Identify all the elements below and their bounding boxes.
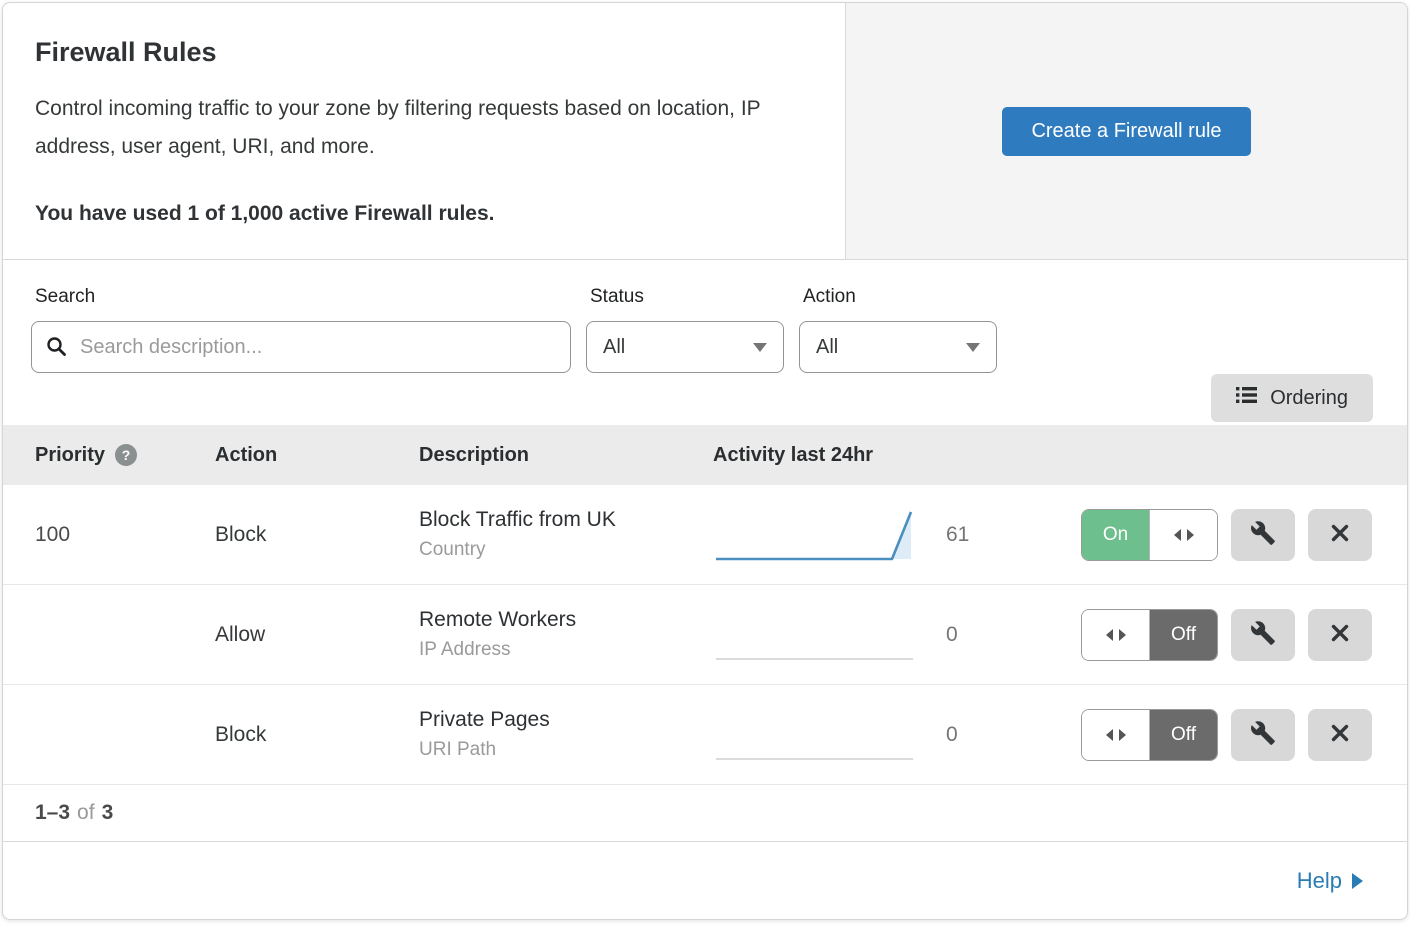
- page-title: Firewall Rules: [35, 37, 813, 68]
- rule-enabled-toggle[interactable]: Off: [1081, 709, 1218, 761]
- rule-description: Remote Workers IP Address: [419, 608, 713, 661]
- header-text-block: Firewall Rules Control incoming traffic …: [3, 3, 846, 259]
- toggle-handle[interactable]: [1149, 510, 1217, 560]
- status-label: Status: [590, 286, 784, 308]
- arrow-right-icon: [1352, 873, 1363, 889]
- page-description: Control incoming traffic to your zone by…: [35, 90, 805, 166]
- rule-action: Block: [215, 523, 419, 547]
- firewall-rules-panel: Firewall Rules Control incoming traffic …: [2, 2, 1408, 920]
- activity-count: 61: [918, 523, 1028, 547]
- table-row: 100 Block Block Traffic from UK Country …: [3, 485, 1407, 585]
- rule-enabled-toggle[interactable]: On: [1081, 509, 1218, 561]
- column-action: Action: [215, 444, 419, 467]
- edit-rule-button[interactable]: [1231, 709, 1295, 761]
- search-input[interactable]: [31, 321, 571, 373]
- rule-title: Private Pages: [419, 708, 713, 732]
- toggle-state-label: Off: [1150, 710, 1217, 760]
- action-select[interactable]: All: [799, 321, 997, 373]
- pagination-range: 1–3: [35, 801, 70, 825]
- rule-action: Block: [215, 723, 419, 747]
- arrow-right-icon: [1119, 729, 1126, 741]
- toggle-state-label: On: [1082, 510, 1149, 560]
- rule-controls: On: [1081, 509, 1372, 561]
- ordering-label: Ordering: [1270, 387, 1348, 410]
- delete-rule-button[interactable]: [1308, 609, 1372, 661]
- search-box: [31, 321, 571, 373]
- toggle-handle[interactable]: [1082, 610, 1150, 660]
- usage-note: You have used 1 of 1,000 active Firewall…: [35, 202, 813, 226]
- header-action-panel: Create a Firewall rule: [846, 3, 1407, 259]
- rule-match-type: URI Path: [419, 739, 713, 761]
- arrow-left-icon: [1106, 729, 1113, 741]
- activity-count: 0: [918, 723, 1028, 747]
- activity-count: 0: [918, 623, 1028, 647]
- help-bar: Help: [3, 842, 1407, 919]
- chevron-down-icon: [753, 343, 767, 352]
- action-selected-value: All: [816, 336, 838, 359]
- activity-sparkline: [713, 705, 918, 765]
- rule-action: Allow: [215, 623, 419, 647]
- edit-rule-button[interactable]: [1231, 509, 1295, 561]
- status-selected-value: All: [603, 336, 625, 359]
- status-filter-group: Status All: [586, 286, 784, 373]
- rule-priority: 100: [35, 523, 215, 547]
- wrench-icon: [1250, 620, 1276, 649]
- table-row: Block Private Pages URI Path 0 Off: [3, 685, 1407, 785]
- status-select[interactable]: All: [586, 321, 784, 373]
- toggle-state-label: Off: [1150, 610, 1217, 660]
- search-icon: [45, 335, 69, 359]
- arrow-right-icon: [1187, 529, 1194, 541]
- column-priority: Priority ?: [35, 444, 215, 467]
- rule-match-type: IP Address: [419, 639, 713, 661]
- help-label: Help: [1297, 868, 1342, 894]
- filter-bar: Search Status All Action All: [3, 260, 1407, 425]
- pagination-of: of: [77, 801, 95, 825]
- pagination-total: 3: [102, 801, 114, 825]
- search-label: Search: [35, 286, 571, 308]
- help-link[interactable]: Help: [1297, 868, 1363, 894]
- rule-enabled-toggle[interactable]: Off: [1081, 609, 1218, 661]
- close-icon: [1328, 621, 1352, 648]
- rule-title: Block Traffic from UK: [419, 508, 713, 532]
- ordering-button[interactable]: Ordering: [1211, 374, 1373, 422]
- rule-title: Remote Workers: [419, 608, 713, 632]
- delete-rule-button[interactable]: [1308, 709, 1372, 761]
- priority-help-icon[interactable]: ?: [115, 444, 137, 466]
- wrench-icon: [1250, 720, 1276, 749]
- arrow-right-icon: [1119, 629, 1126, 641]
- activity-sparkline: [713, 605, 918, 665]
- priority-header-label: Priority: [35, 444, 105, 467]
- create-firewall-rule-button[interactable]: Create a Firewall rule: [1002, 107, 1250, 156]
- rule-controls: Off: [1081, 709, 1372, 761]
- edit-rule-button[interactable]: [1231, 609, 1295, 661]
- table-row: Allow Remote Workers IP Address 0 Off: [3, 585, 1407, 685]
- rule-controls: Off: [1081, 609, 1372, 661]
- toggle-handle[interactable]: [1082, 710, 1150, 760]
- delete-rule-button[interactable]: [1308, 509, 1372, 561]
- column-description: Description: [419, 444, 713, 467]
- action-label: Action: [803, 286, 997, 308]
- close-icon: [1328, 521, 1352, 548]
- arrow-left-icon: [1174, 529, 1181, 541]
- rule-description: Block Traffic from UK Country: [419, 508, 713, 561]
- rule-description: Private Pages URI Path: [419, 708, 713, 761]
- activity-sparkline: [713, 505, 918, 565]
- action-filter-group: Action All: [799, 286, 997, 373]
- close-icon: [1328, 721, 1352, 748]
- chevron-down-icon: [966, 343, 980, 352]
- rule-match-type: Country: [419, 539, 713, 561]
- pagination-bar: 1–3 of 3: [3, 785, 1407, 842]
- arrow-left-icon: [1106, 629, 1113, 641]
- search-filter-group: Search: [31, 286, 571, 373]
- ordering-list-icon: [1236, 385, 1258, 411]
- wrench-icon: [1250, 520, 1276, 549]
- page-header: Firewall Rules Control incoming traffic …: [3, 3, 1407, 260]
- column-activity: Activity last 24hr: [713, 444, 1375, 467]
- table-header: Priority ? Action Description Activity l…: [3, 425, 1407, 485]
